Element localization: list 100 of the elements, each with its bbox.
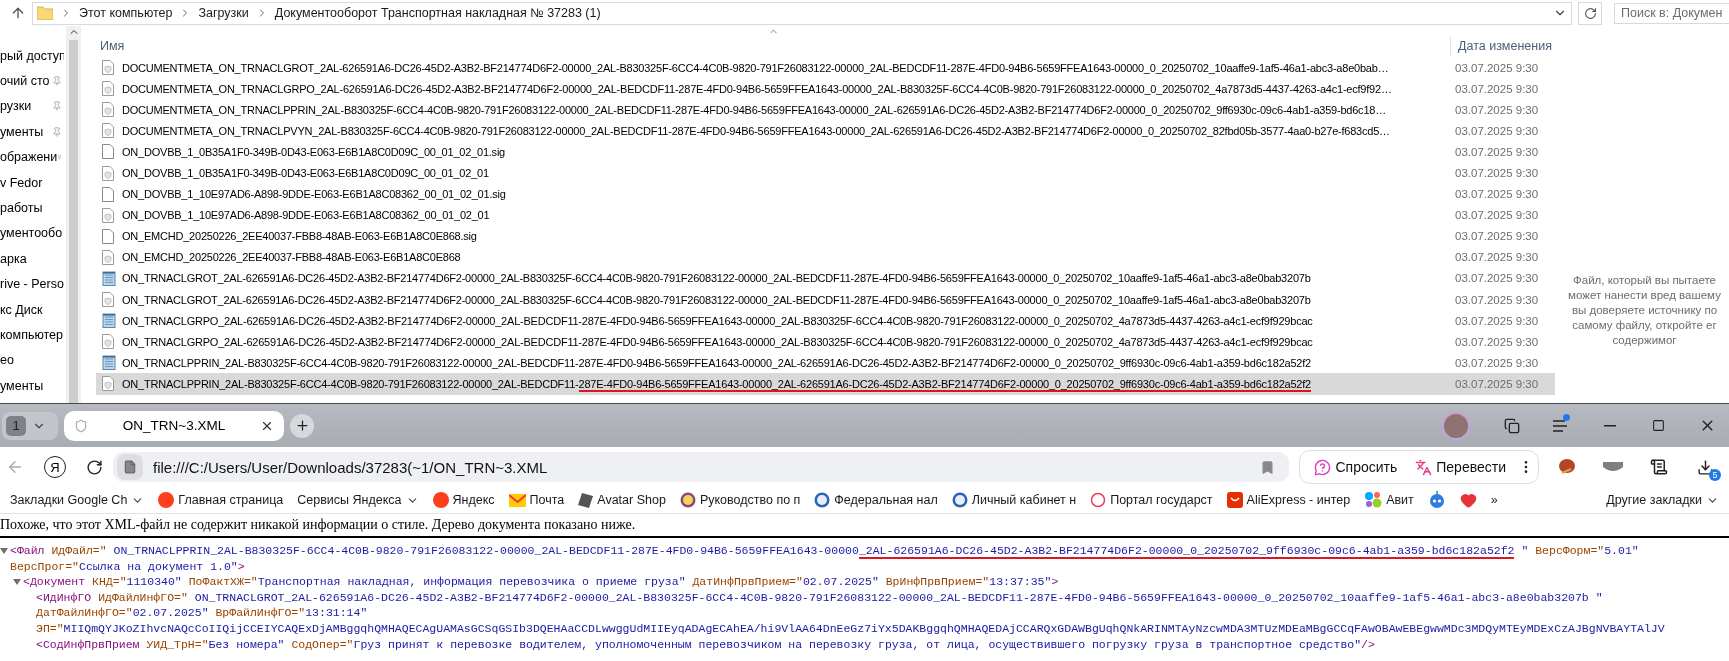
bookmark-label[interactable]: Авит: [1386, 493, 1414, 507]
address-field[interactable]: file:///C:/Users/User/Downloads/37283(~1/ON_TRN~3.XML: [113, 452, 1290, 482]
breadcrumb-item[interactable]: Документооборот Транспортная накладная № 37283 (1): [274, 6, 601, 20]
bookmark-item[interactable]: Яндекс: [432, 492, 495, 508]
breadcrumb-item[interactable]: Загрузки: [198, 6, 249, 20]
download-count-badge: 5: [1709, 469, 1721, 481]
bookmark-item[interactable]: Федеральная нал: [814, 492, 938, 508]
nav-item[interactable]: rive - Perso: [0, 271, 64, 297]
search-field[interactable]: Поиск в: Докумен: [1614, 2, 1729, 24]
nav-item[interactable]: ументообо: [0, 220, 64, 247]
nav-item[interactable]: v Fedor: [0, 169, 64, 196]
expand-triangle-icon[interactable]: [13, 578, 21, 586]
other-bookmarks-button[interactable]: Другие закладки: [1606, 493, 1719, 507]
robot-icon[interactable]: [1427, 491, 1446, 509]
file-row[interactable]: ON_DOVBB_1_0B35A1F0-349B-0D43-E063-E6B1A8C0D09C_00_01_02_01.sig 03.07.2025 9:30: [96, 141, 1555, 163]
file-name: DOCUMENTMETA_ON_TRNACLGROT_2AL-626591A6-DC26-45D2-A3B2-BF214774D6F2-00000_2AL-B830325F-6CC4-4C0B-9820-791F26083122-00000_2AL-BEDCDF11-287E-4FD0-94B6-5659FFEA1643-00000_0_20250702_10aaffe9-1af5-46a1-abc3-a8e0bab…: [122, 61, 1390, 74]
bookmark-label[interactable]: Яндекс: [452, 493, 495, 507]
address-bar[interactable]: Этот компьютер Загрузки Документооборот Транспортная накладная № 37283 (1): [32, 1, 1572, 25]
bookmark-item[interactable]: Главная страница: [158, 492, 284, 508]
bookmark-item[interactable]: AliExpress - интер: [1226, 492, 1351, 508]
document-shield-icon: [102, 376, 114, 392]
column-header[interactable]: Дата изменения: [1451, 39, 1552, 53]
file-date: 03.07.2025 9:30: [1454, 145, 1540, 158]
download-icon: [1696, 458, 1714, 476]
bookmark-label[interactable]: Портал государст: [1110, 493, 1213, 507]
file-date: 03.07.2025 9:30: [1454, 314, 1540, 327]
file-date: 03.07.2025 9:30: [1454, 293, 1540, 306]
plus-icon: [294, 418, 310, 433]
nav-item[interactable]: ументы: [0, 373, 64, 399]
file-date: 03.07.2025 9:30: [1454, 272, 1540, 285]
document-shield-icon: [102, 81, 114, 97]
home-button[interactable]: Я: [44, 456, 66, 478]
xml-tag: <ИдИнфГО ИдФайлИнфГО=" ON_TRNACLGROT_2AL-626591A6-DC26-45D2-A3B2-BF214774D6F2-00000_2AL-B830325F-6CC4-4C0B-9820-791F26083122-00000_2AL-BEDCDF11-287E-4FD0-94B6-5659FFEA1643-00000_0_20250702_10aaffe9-1af5-46a1-abc3-a8e0bab3207b " ДатФайлИнфГО="02.07.2025" ВрФайлИнфГО="13:31:14" ЭП="MIIQmQYJKoZIhvcNAQcCoIIQijCCEIYCAQExDjAMBggqhQMHAQECAgUAMAsGCSqGSIb3DQEHAaCCDLwwggUdMIIEyqADAgECAhEA/hi9VlAA64DnEeGz7iYx5DAKBggqhQMHAQEDAjCCARQxGDAWBgUqhQNkARINMTAyNzcwMDA3MTUzMDEaMBgGCCqFAwOBAwEBEgwwMDc3MDQyMTEyMDExCzAJBgNVBAYTAlJV: [36, 589, 1729, 637]
bookmark-label[interactable]: Главная страница: [178, 493, 284, 507]
downloads-button[interactable]: 5: [1687, 452, 1723, 482]
envelope-icon: [508, 493, 526, 507]
nav-item[interactable]: ео: [0, 347, 64, 374]
assistant-button[interactable]: Спросить: [1308, 458, 1404, 476]
nav-item[interactable]: компьютер: [0, 322, 64, 348]
reload-icon[interactable]: [86, 458, 103, 476]
stacked-cards-icon: [1503, 417, 1520, 434]
bookmark-item[interactable]: Avatar Shop: [578, 492, 666, 508]
nav-item[interactable]: работы: [0, 195, 64, 221]
bookmark-icon[interactable]: [1260, 459, 1276, 475]
file-row[interactable]: ON_DOVBB_1_0B35A1F0-349B-0D43-E063-E6B1A8C0D09C_00_01_02_01 03.07.2025 9:30: [96, 162, 1555, 184]
nav-item[interactable]: рузки: [0, 93, 64, 120]
bookmark-item[interactable]: Почта: [508, 493, 565, 507]
assistant-button[interactable]: Перевести: [1409, 458, 1512, 476]
document-shield-icon: [102, 207, 114, 223]
file-icon: [123, 460, 137, 474]
file-date: 03.07.2025 9:30: [1454, 103, 1540, 116]
bookmark-label[interactable]: Другие закладки: [1606, 493, 1702, 507]
xml-tag: <Файл ИдФайл=" ON_TRNACLPPRIN_2AL-B830325F-6CC4-4C0B-9820-791F26083122-00000_2AL-BEDCDF11-287E-4FD0-94B6-5659FFEA1643-00000_2AL-626591A6-DC26-45D2-A3B2-BF214774D6F2-00000_0_20250702_9ff6930c-09c6-4ab1-a359-bd6c182a52f2 " ВерсФорм="5.01" ВерсПрог="Ссылка на документ 1.0">: [10, 543, 1729, 575]
url-text: file:///C:/Users/User/Downloads/37283(~1/ON_TRN~3.XML: [153, 458, 549, 476]
breadcrumb-item[interactable]: Этот компьютер: [79, 6, 173, 20]
nav-item[interactable]: арка: [0, 246, 64, 272]
new-tab-button[interactable]: [290, 413, 314, 438]
heart-icon[interactable]: [1459, 491, 1477, 509]
file-name: ON_TRNACLGRPO_2AL-626591A6-DC26-45D2-A3B2-BF214774D6F2-00000_2AL-BEDCDF11-287E-4FD0-94B6-5659FFEA1643-00000_2AL-B830325F-6CC4-4C0B-9820-791F26083122-00000_0_20250702_4a7873d5-4437-4263-a4c1-ecf9f929bcac: [122, 314, 1314, 327]
question-bubble-icon: [1314, 458, 1332, 476]
tab-counter-button[interactable]: 1: [2, 411, 58, 440]
expand-triangle-icon[interactable]: [0, 546, 8, 555]
file-date: 03.07.2025 9:30: [1454, 188, 1540, 201]
folder-icon: [37, 6, 53, 20]
document-shield-icon: [102, 292, 114, 308]
bookmark-item[interactable]: Авит: [1364, 491, 1414, 509]
file-row[interactable]: ON_EMCHD_20250226_2EE40037-FBB8-48AB-E063-E6B1A8C0E868 03.07.2025 9:30: [96, 246, 1555, 268]
emblem-icon: [951, 492, 968, 508]
file-chip[interactable]: [117, 454, 143, 480]
file-row[interactable]: ON_EMCHD_20250226_2EE40037-FBB8-48AB-E063-E6B1A8C0E868.sig 03.07.2025 9:30: [96, 225, 1555, 247]
scrollbar[interactable]: [66, 26, 81, 403]
file-date: 03.07.2025 9:30: [1454, 356, 1540, 369]
file-name: ON_TRNACLGRPO_2AL-626591A6-DC26-45D2-A3B2-BF214774D6F2-00000_2AL-BEDCDF11-287E-4FD0-94B6-5659FFEA1643-00000_2AL-B830325F-6CC4-4C0B-9820-791F26083122-00000_0_20250702_4a7873d5-4437-4263-a4c1-ecf9f929bcac: [122, 335, 1314, 348]
file-row[interactable]: ON_DOVBB_1_10E97AD6-A898-9DDE-E063-E6B1A8C08362_00_01_02_01.sig 03.07.2025 9:30: [96, 183, 1555, 205]
file-name: DOCUMENTMETA_ON_TRNACLPPRIN_2AL-B830325F-6CC4-4C0B-9820-791F26083122-00000_2AL-BEDCDF11-287E-4FD0-94B6-5659FFEA1643-00000_2AL-626591A6-DC26-45D2-A3B2-BF214774D6F2-00000_0_20250702_9ff6930c-09c6-4ab1-a359-bd6c18…: [122, 103, 1387, 116]
preview-message: Файл, который вы пытаете может нанести вред вашему вы доверяете источнику по самому файлу, откройте ег содержимог: [1567, 273, 1722, 348]
browser-tab[interactable]: ON_TRN~3.XML: [64, 410, 284, 441]
nav-item[interactable]: очий сто: [0, 68, 64, 94]
document-shield-icon: [102, 165, 114, 181]
scrollbar-thumb[interactable]: [69, 40, 78, 403]
bookmark-label[interactable]: Личный кабинет н: [971, 493, 1077, 507]
file-row[interactable]: ON_DOVBB_1_10E97AD6-A898-9DDE-E063-E6B1A8C08362_00_01_02_01 03.07.2025 9:30: [96, 204, 1555, 226]
bookmark-label[interactable]: Руководство по п: [699, 493, 801, 507]
nav-item[interactable]: ображени: [0, 144, 64, 170]
bookmark-label[interactable]: Avatar Shop: [597, 493, 666, 507]
bookmark-label[interactable]: AliExpress - интер: [1246, 493, 1351, 507]
bookmark-label[interactable]: Почта: [529, 493, 565, 507]
bookmark-item[interactable]: Руководство по п: [679, 492, 801, 508]
xml-notice: Похоже, что этот XML-файл не содержит никакой информации о стиле. Дерево документа показано ниже.: [0, 517, 637, 533]
file-date: 03.07.2025 9:30: [1454, 124, 1540, 137]
bookmark-item[interactable]: Личный кабинет н: [951, 492, 1077, 508]
more-bookmarks-button[interactable]: »: [1490, 493, 1498, 507]
file-row[interactable]: [96, 373, 1555, 395]
nav-item[interactable]: ументы: [0, 119, 64, 145]
bookmark-item[interactable]: Портал государст: [1090, 492, 1213, 508]
refresh-button[interactable]: [1578, 1, 1602, 25]
column-header[interactable]: Имя: [96, 39, 125, 53]
maximize-icon: [1652, 419, 1665, 432]
nav-item[interactable]: кс Диск: [0, 296, 64, 323]
bookmark-label[interactable]: Федеральная нал: [834, 493, 938, 507]
